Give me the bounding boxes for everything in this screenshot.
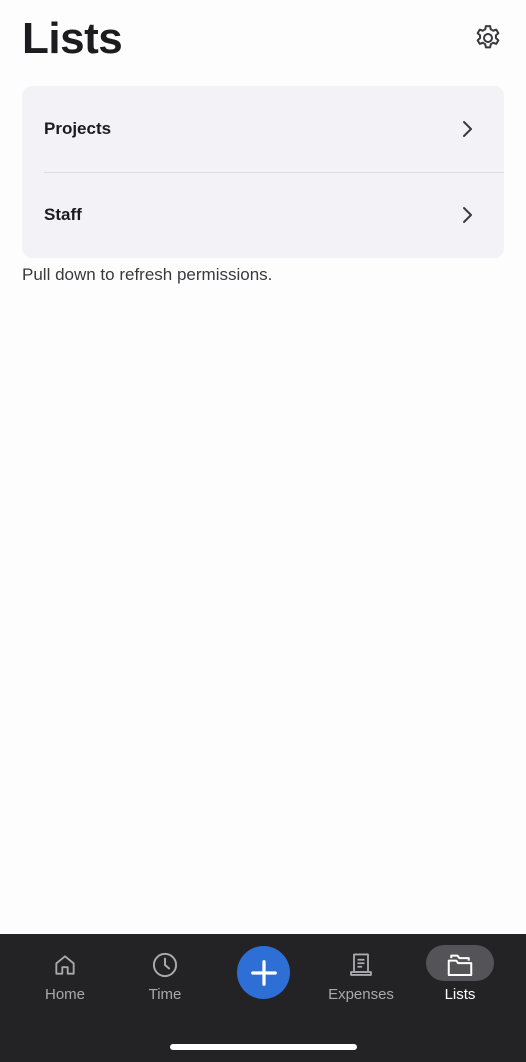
chevron-right-icon	[463, 207, 472, 223]
list-item-projects[interactable]: Projects	[22, 86, 504, 172]
tab-label: Home	[44, 986, 85, 1003]
refresh-hint: Pull down to refresh permissions.	[22, 265, 273, 284]
tab-home[interactable]: Home	[25, 934, 105, 1024]
chevron-right-icon	[463, 121, 472, 137]
tab-label: Lists	[444, 986, 476, 1003]
tab-label: Expenses	[328, 986, 394, 1003]
receipt-icon	[346, 950, 376, 980]
gear-icon	[476, 25, 500, 49]
header: Lists	[0, 0, 526, 80]
plus-icon	[250, 959, 277, 986]
list-item-label: Staff	[44, 205, 82, 224]
tab-label: Time	[148, 986, 182, 1003]
clock-icon	[150, 950, 180, 980]
list-item-label: Projects	[44, 119, 112, 138]
list-item-staff[interactable]: Staff	[22, 172, 504, 258]
lists-card: Projects Staff	[22, 86, 504, 258]
settings-button[interactable]	[470, 20, 506, 56]
folder-icon	[445, 950, 475, 980]
add-button[interactable]	[237, 946, 290, 999]
tab-bar: Home Time Expenses Lists	[0, 934, 526, 1062]
lists-screen: Lists Projects Staff Pull down to refres…	[0, 0, 526, 1062]
home-icon	[50, 950, 80, 980]
home-indicator[interactable]	[170, 1044, 357, 1050]
tab-lists[interactable]: Lists	[420, 934, 500, 1024]
tab-time[interactable]: Time	[125, 934, 205, 1024]
tab-expenses[interactable]: Expenses	[316, 934, 406, 1024]
page-title: Lists	[22, 14, 123, 63]
